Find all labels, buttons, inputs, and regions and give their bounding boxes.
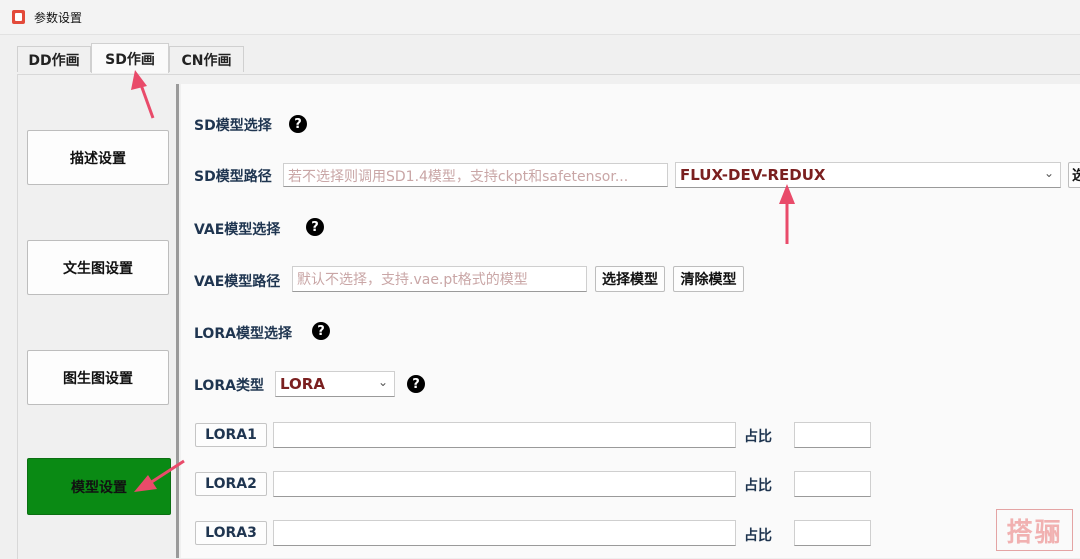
arrow-model-settings-head	[134, 475, 157, 492]
arrow-tab-sd-head	[131, 70, 147, 90]
arrow-tab-sd	[138, 81, 155, 119]
annotation-arrows	[131, 70, 795, 492]
arrow-model-select-head	[779, 184, 795, 204]
watermark-seal: 搭骊	[996, 509, 1073, 551]
arrow-model-settings	[149, 459, 185, 485]
